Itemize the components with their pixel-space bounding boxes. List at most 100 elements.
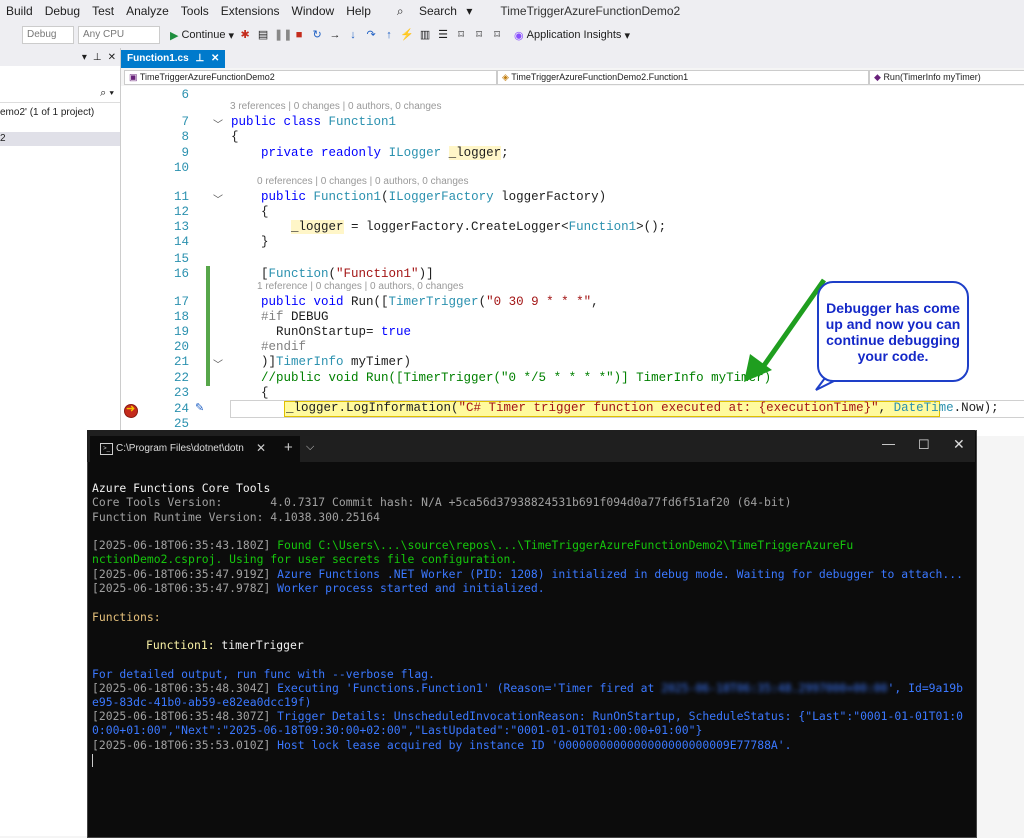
log-text: Found C:\Users\...\source\repos\...\	[270, 538, 525, 552]
member-dropdown[interactable]: ◆ Run(TimerInfo myTimer)	[869, 70, 1024, 85]
prev-bookmark-icon[interactable]: ⌑	[472, 28, 486, 42]
hot-reload-icon[interactable]: ⚡	[400, 28, 414, 42]
config-dropdown[interactable]: Debug	[22, 26, 74, 44]
code-line: public Function1(ILoggerFactory loggerFa…	[261, 190, 607, 204]
terminal-line: Functions:	[92, 610, 161, 624]
next-bookmark-icon[interactable]: ⌑	[490, 28, 504, 42]
code-lens[interactable]: 0 references | 0 changes | 0 authors, 0 …	[257, 176, 468, 187]
log-text: Worker process started and initialized.	[270, 581, 545, 595]
menu-help[interactable]: Help	[340, 4, 377, 18]
code-line: )]TimerInfo myTimer)	[231, 355, 412, 369]
code-line: #endif	[261, 340, 307, 354]
execution-pointer-icon: ➜	[126, 403, 136, 415]
close-tab-icon[interactable]: ✕	[211, 53, 219, 64]
code-line: public void Run([TimerTrigger("0 30 9 * …	[261, 295, 599, 309]
line-number: 23	[173, 386, 189, 400]
line-number: 20	[173, 340, 189, 354]
terminal-tab[interactable]: C:\Program Files\dotnet\dotn	[90, 436, 300, 462]
code-line: {	[231, 130, 239, 144]
search-box[interactable]: ⌕ Search ▾	[385, 4, 478, 19]
line-number: 19	[173, 325, 189, 339]
search-icon: ⌕	[396, 3, 404, 18]
project-dropdown[interactable]: ▣ TimeTriggerAzureFunctionDemo2	[124, 70, 497, 85]
edit-pencil-icon[interactable]: ✎	[195, 401, 204, 414]
redacted-text: 2025-06-18T06:35:48.2997000+00:00	[661, 681, 888, 695]
project-node[interactable]: 2	[0, 132, 120, 146]
tab-function1[interactable]: Function1.cs ⊥ ✕	[121, 50, 226, 68]
line-number: 25	[173, 417, 189, 431]
terminal-line: [2025-06-18T06:35:48.304Z] Executing 'Fu…	[92, 681, 963, 695]
solution-node[interactable]: emo2' (1 of 1 project)	[0, 103, 120, 118]
minimize-icon[interactable]: —	[882, 436, 895, 451]
new-tab-icon[interactable]: +	[284, 439, 293, 456]
close-icon[interactable]: ✕	[953, 436, 965, 453]
pause-icon[interactable]: ❚❚	[274, 28, 292, 42]
code-line: #if DEBUG	[261, 310, 329, 324]
callout-bubble: Debugger has come up and now you can con…	[817, 281, 969, 382]
close-tab-icon[interactable]: ✕	[256, 441, 266, 455]
menu-window[interactable]: Window	[286, 4, 341, 18]
terminal-line: [2025-06-18T06:35:48.307Z] Trigger Detai…	[92, 709, 963, 723]
folder-icon[interactable]: ▤	[256, 28, 270, 42]
log-text: Azure Functions .NET Worker (PID: 1208) …	[270, 567, 963, 581]
continue-button[interactable]: ▶ Continue ▾	[170, 29, 234, 42]
pin-icon[interactable]: ⊥	[195, 53, 204, 64]
code-line: [Function("Function1")]	[231, 267, 434, 281]
terminal-line: [2025-06-18T06:35:53.010Z] Host lock lea…	[92, 738, 792, 752]
menu-bar: Build Debug Test Analyze Tools Extension…	[0, 0, 1024, 22]
platform-dropdown[interactable]: Any CPU	[78, 26, 160, 44]
chevron-down-icon[interactable]: ⌵	[306, 441, 314, 454]
menu-test[interactable]: Test	[86, 4, 120, 18]
solution-search[interactable]: ⌕ ▾	[0, 84, 120, 103]
editor-tab-strip	[121, 48, 1024, 70]
stop-icon[interactable]: ■	[292, 28, 306, 42]
terminal-line: [2025-06-18T06:35:47.978Z] Worker proces…	[92, 581, 545, 595]
code-line: //public void Run([TimerTrigger("0 */5 *…	[261, 371, 772, 385]
pin-icon[interactable]: ⊥	[93, 52, 102, 63]
dropdown-icon[interactable]: ▾	[82, 52, 87, 63]
restart-icon[interactable]: ↻	[310, 28, 324, 42]
terminal-cursor	[92, 754, 93, 767]
function-name: Function1:	[146, 638, 215, 652]
line-number: 21	[173, 355, 189, 369]
comment-icon[interactable]: ☰	[436, 28, 450, 42]
log-text: Host lock lease acquired by instance ID …	[270, 738, 792, 752]
timestamp: [2025-06-18T06:35:47.978Z]	[92, 581, 271, 595]
collapse-icon[interactable]: ﹀	[213, 191, 223, 207]
code-lens[interactable]: 1 reference | 0 changes | 0 authors, 0 c…	[257, 281, 463, 292]
bug-icon[interactable]: ✱	[238, 28, 252, 42]
window-title: TimeTriggerAzureFunctionDemo2	[500, 4, 681, 18]
menu-build[interactable]: Build	[0, 4, 39, 18]
code-lens[interactable]: 3 references | 0 changes | 0 authors, 0 …	[230, 101, 441, 112]
close-icon[interactable]: ✕	[108, 52, 116, 63]
step-over-icon[interactable]: ↷	[364, 28, 378, 42]
solution-explorer-header: ▾ ⊥ ✕	[0, 48, 120, 66]
bookmark-icon[interactable]: ⌑	[454, 28, 468, 42]
code-line: }	[231, 235, 269, 249]
toolbar: Debug Any CPU ▶ Continue ▾ ✱ ▤ ❚❚ ■ ↻ → …	[0, 22, 1024, 49]
app-insights-button[interactable]: ◉ Application Insights ▾	[514, 29, 630, 42]
line-number: 7	[181, 115, 189, 129]
line-number: 17	[173, 295, 189, 309]
collapse-icon[interactable]: ﹀	[213, 356, 223, 372]
terminal-line: [2025-06-18T06:35:47.919Z] Azure Functio…	[92, 567, 963, 581]
navigation-bar: ▣ TimeTriggerAzureFunctionDemo2 ◈ TimeTr…	[121, 68, 1024, 87]
terminal-line: Function1: timerTrigger	[146, 638, 304, 652]
menu-debug[interactable]: Debug	[39, 4, 86, 18]
maximize-icon[interactable]: ☐	[918, 437, 930, 453]
collapse-icon[interactable]: ﹀	[213, 116, 223, 132]
menu-analyze[interactable]: Analyze	[120, 4, 175, 18]
class-dropdown-label: TimeTriggerAzureFunctionDemo2.Function1	[511, 72, 689, 82]
class-icon: ◈	[502, 72, 509, 82]
step-into-icon[interactable]: ↓	[346, 28, 360, 42]
menu-tools[interactable]: Tools	[175, 4, 215, 18]
log-text: Trigger Details: UnscheduledInvocationRe…	[270, 709, 963, 723]
search-label: Search	[418, 3, 457, 18]
step-out-icon[interactable]: ↑	[382, 28, 396, 42]
show-next-statement-icon[interactable]: →	[328, 28, 342, 42]
diagnostics-icon[interactable]: ▥	[418, 28, 432, 42]
menu-extensions[interactable]: Extensions	[215, 4, 286, 18]
line-number: 22	[173, 371, 189, 385]
class-dropdown[interactable]: ◈ TimeTriggerAzureFunctionDemo2.Function…	[497, 70, 869, 85]
play-icon: ▶	[170, 29, 179, 42]
